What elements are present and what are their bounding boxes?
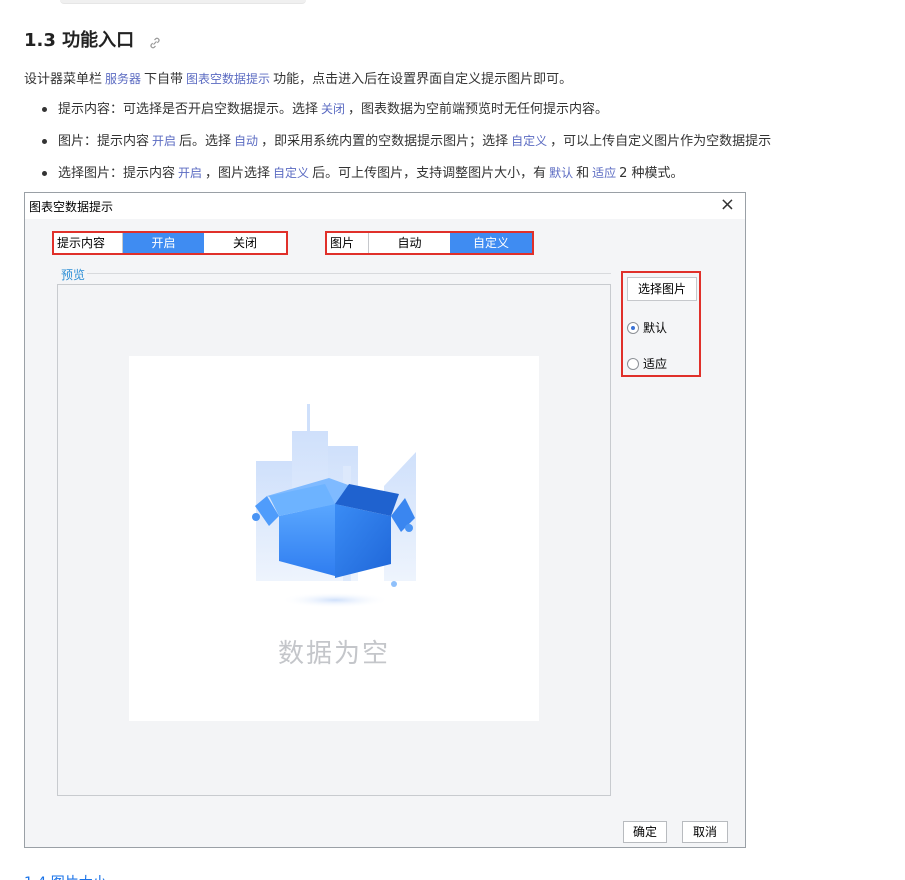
tip-on-option[interactable]: 开启: [123, 233, 204, 253]
tip-content-toggle: 提示内容 开启 关闭: [52, 231, 288, 255]
intro-text-2: 下自带: [144, 72, 184, 87]
intro-text-3: 功能，点击进入后在设置界面自定义提示图片即可。: [273, 72, 573, 87]
image-mode-toggle: 图片 自动 自定义: [325, 231, 534, 255]
keyword-on: 开启: [178, 166, 203, 180]
list-item: 图片：提示内容 开启 后。选择 自动 ，即采用系统内置的空数据提示图片；选择 自定义 ，可以…: [40, 132, 905, 164]
radio-unselected-icon: [627, 357, 639, 370]
dialog-title-bar: 图表空数据提示 ×: [25, 193, 745, 219]
empty-box-illustration: [252, 404, 416, 608]
section-heading: 1.3 功能入口: [24, 26, 162, 52]
close-icon[interactable]: ×: [720, 195, 735, 215]
link-icon[interactable]: [148, 34, 162, 49]
keyword-auto: 自动: [234, 134, 259, 148]
list-item: 提示内容：可选择是否开启空数据提示。选择 关闭 ，图表数据为空前端预览时无任何提示内…: [40, 100, 905, 132]
mode-default-radio[interactable]: 默认: [627, 319, 667, 336]
image-custom-option[interactable]: 自定义: [450, 233, 532, 253]
keyword-off: 关闭: [321, 102, 346, 116]
section-heading-text: 1.3 功能入口: [24, 30, 135, 51]
radio-selected-icon: [627, 321, 639, 334]
tip-content-label: 提示内容: [54, 233, 123, 253]
keyword-custom: 自定义: [511, 134, 548, 148]
cancel-button[interactable]: 取消: [682, 821, 728, 843]
next-section-heading: 1.4 图片大小: [24, 872, 107, 880]
image-auto-option[interactable]: 自动: [369, 233, 450, 253]
preview-image-card: 数据为空: [129, 356, 539, 721]
mode-fit-radio[interactable]: 适应: [627, 355, 667, 372]
keyword-custom: 自定义: [273, 166, 310, 180]
intro-text-1: 设计器菜单栏: [24, 72, 103, 87]
ok-button[interactable]: 确定: [623, 821, 667, 843]
preview-legend: 预览: [61, 268, 86, 282]
choose-image-button[interactable]: 选择图片: [627, 277, 697, 301]
tip-off-option[interactable]: 关闭: [204, 233, 286, 253]
intro-paragraph: 设计器菜单栏 服务器 下自带 图表空数据提示 功能，点击进入后在设置界面自定义提示图片即…: [24, 68, 572, 87]
keyword-fit: 适应: [592, 166, 617, 180]
mode-fit-label: 适应: [643, 357, 668, 371]
dialog-title: 图表空数据提示: [29, 200, 114, 214]
keyword-empty-data-tip: 图表空数据提示: [186, 72, 271, 86]
top-edge-strip: [60, 0, 306, 4]
keyword-on: 开启: [152, 134, 177, 148]
mode-default-label: 默认: [643, 321, 668, 335]
keyword-server: 服务器: [105, 72, 142, 86]
empty-data-text: 数据为空: [277, 639, 390, 669]
image-picker-group: 选择图片 默认 适应: [621, 271, 701, 377]
image-label: 图片: [327, 233, 369, 253]
preview-divider: [87, 273, 611, 274]
preview-area: 数据为空: [57, 284, 611, 796]
bullet-list: 提示内容：可选择是否开启空数据提示。选择 关闭 ，图表数据为空前端预览时无任何提示内…: [40, 100, 905, 196]
empty-data-tip-dialog: 图表空数据提示 × 提示内容 开启 关闭 图片 自动 自定义 预览 数据为空 选…: [24, 192, 746, 848]
keyword-default: 默认: [549, 166, 574, 180]
